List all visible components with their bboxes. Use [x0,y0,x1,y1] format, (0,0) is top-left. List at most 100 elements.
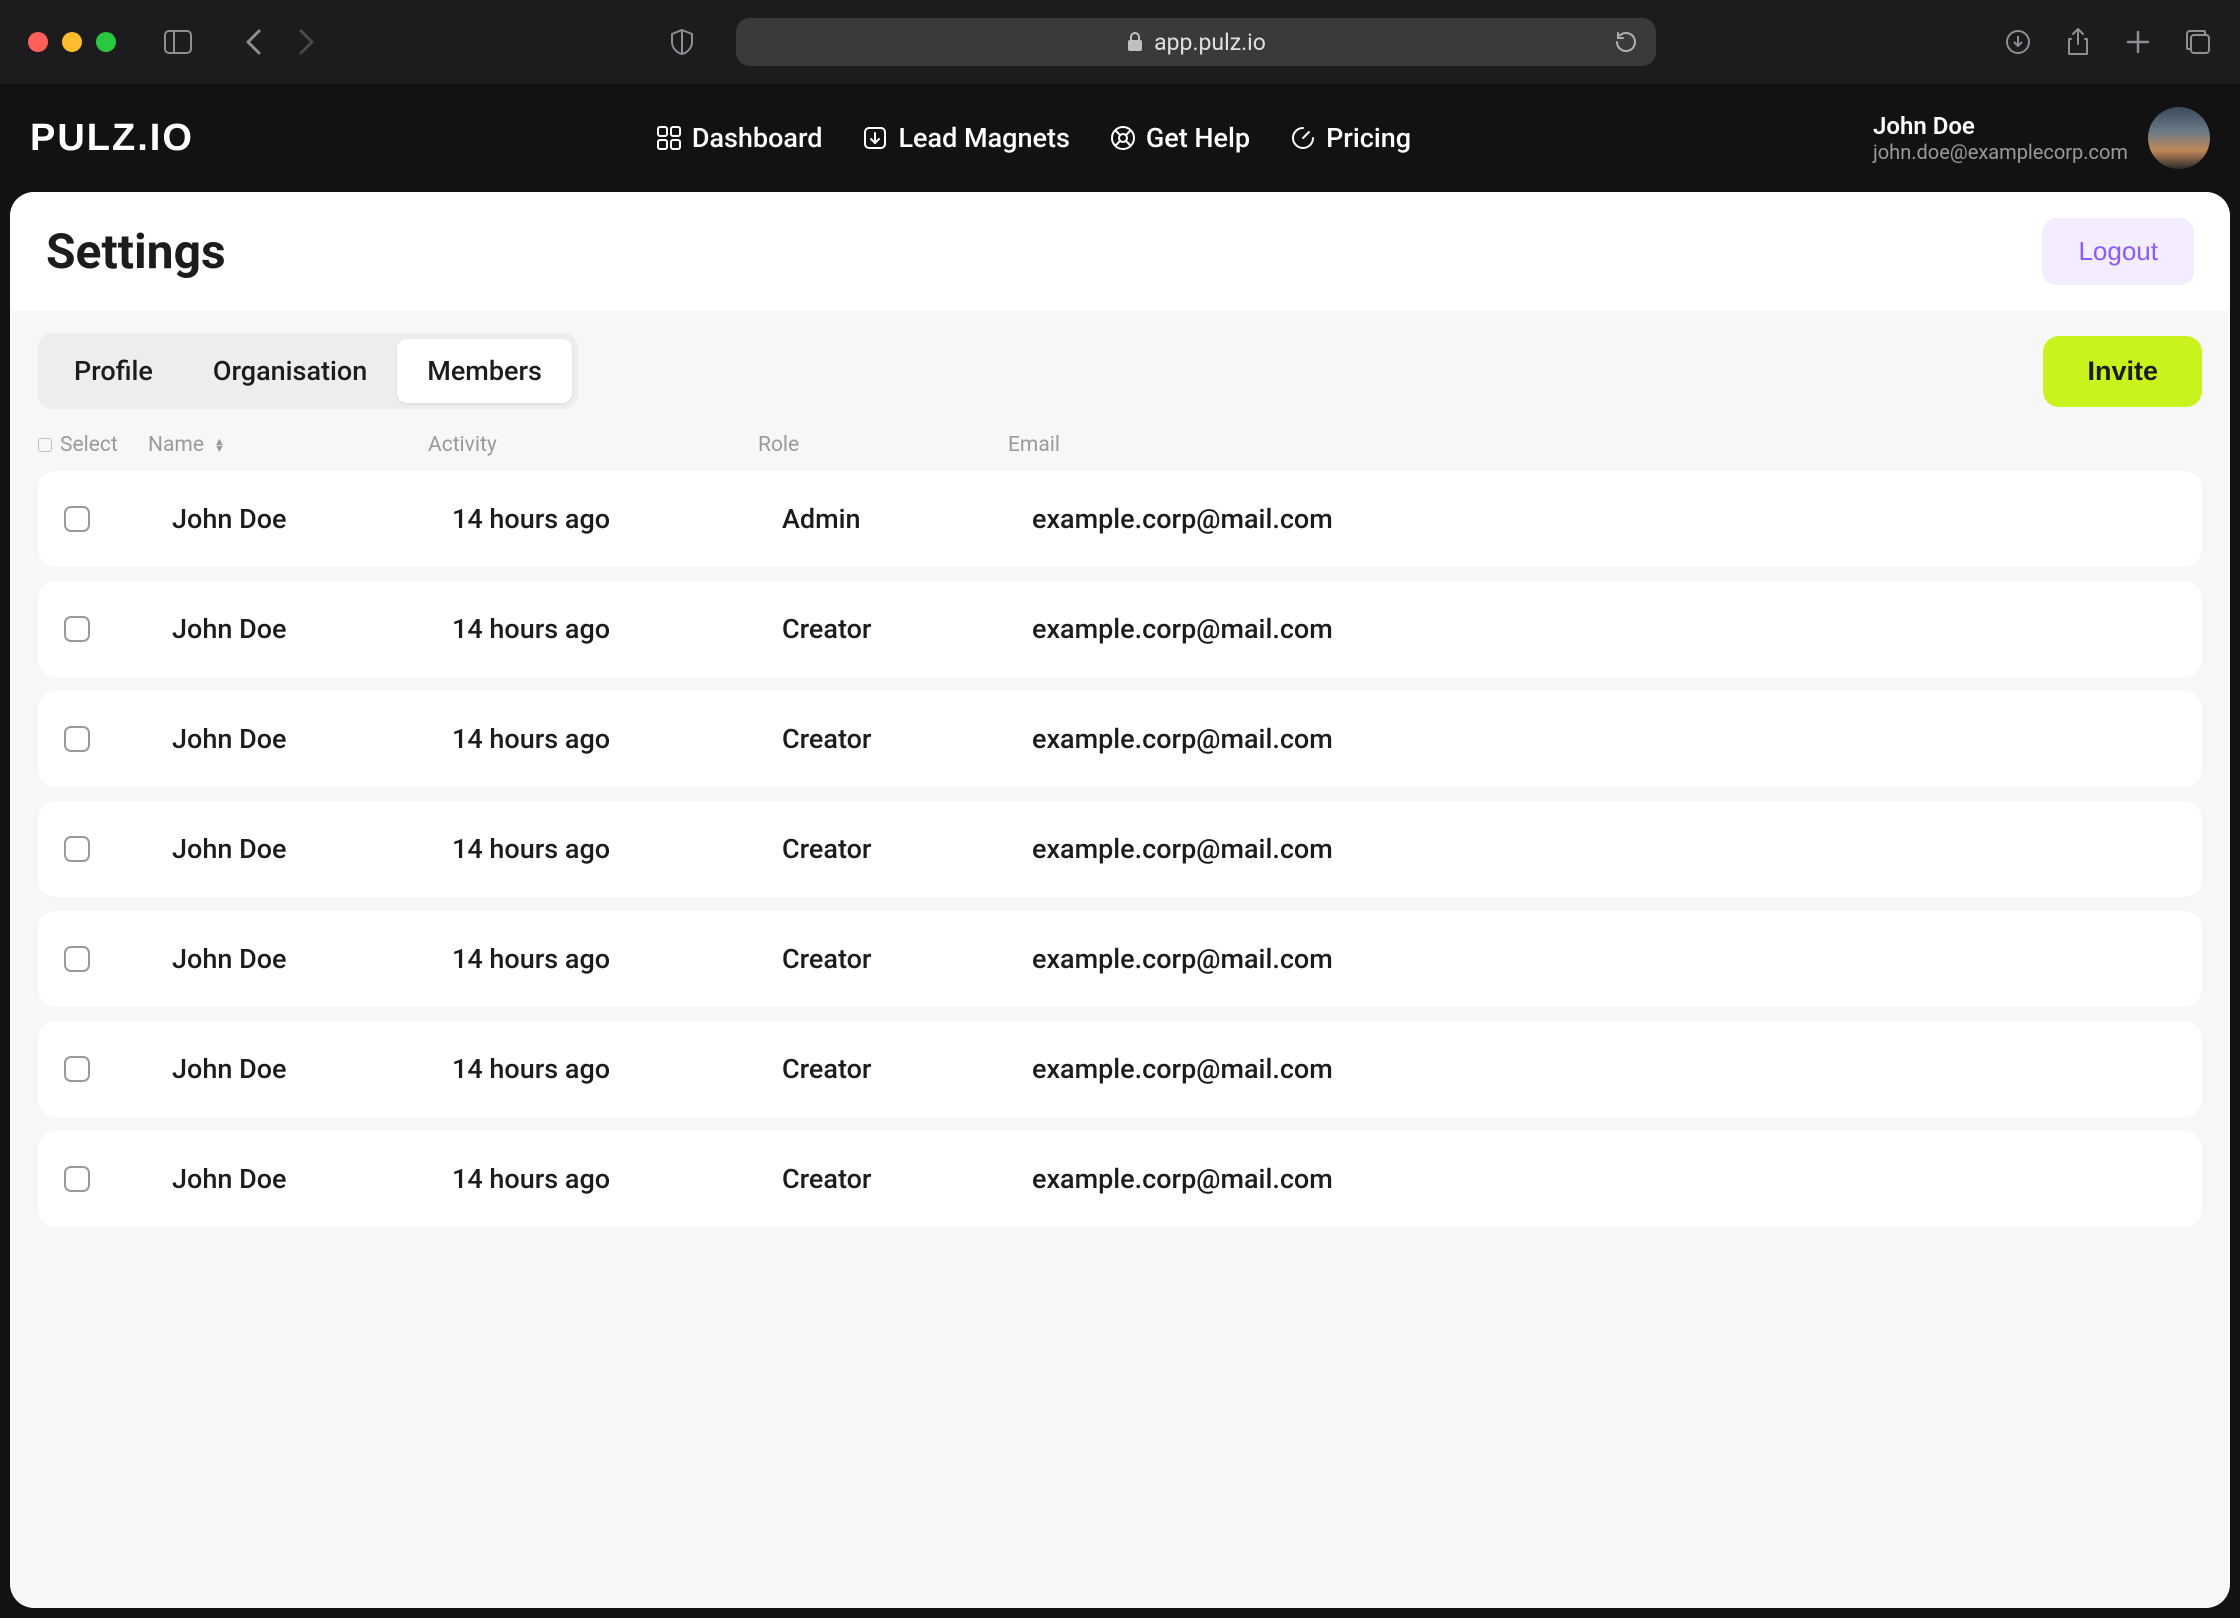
lock-icon [1126,32,1144,52]
gauge-icon [1290,125,1316,151]
cell-activity: 14 hours ago [452,1163,782,1195]
table-area: Select Name ▲▼ Activity Role Email John … [10,417,2230,1608]
row-checkbox[interactable] [64,1056,90,1082]
nav-pricing[interactable]: Pricing [1290,122,1411,154]
row-checkbox[interactable] [64,726,90,752]
cell-name: John Doe [172,1163,452,1195]
downloads-icon[interactable] [2004,28,2032,56]
minimize-window-button[interactable] [62,32,82,52]
nav-dashboard[interactable]: Dashboard [656,122,823,154]
th-select[interactable]: Select [38,433,148,457]
share-icon[interactable] [2064,28,2092,56]
select-all-checkbox[interactable] [38,438,52,452]
cell-name: John Doe [172,1053,452,1085]
user-block[interactable]: John Doe john.doe@examplecorp.com [1873,107,2210,169]
cell-email: example.corp@mail.com [1032,1163,2178,1195]
tab-organisation[interactable]: Organisation [183,339,397,403]
row-checkbox[interactable] [64,946,90,972]
cell-name: John Doe [172,613,452,645]
logout-button[interactable]: Logout [2042,218,2194,285]
chrome-right-controls [2004,28,2212,56]
avatar[interactable] [2148,107,2210,169]
new-tab-icon[interactable] [2124,28,2152,56]
tabs-overview-icon[interactable] [2184,28,2212,56]
row-checkbox[interactable] [64,836,90,862]
cell-role: Creator [782,723,1032,755]
maximize-window-button[interactable] [96,32,116,52]
cell-name: John Doe [172,833,452,865]
cell-email: example.corp@mail.com [1032,833,2178,865]
cell-name: John Doe [172,943,452,975]
row-checkbox[interactable] [64,506,90,532]
cell-role: Creator [782,1053,1032,1085]
user-name: John Doe [1873,112,2128,140]
back-button[interactable] [240,28,268,56]
th-select-label: Select [60,433,118,457]
url-text: app.pulz.io [1154,29,1266,56]
nav-pricing-label: Pricing [1326,122,1411,154]
rows-container: John Doe 14 hours ago Admin example.corp… [38,471,2202,1227]
cell-activity: 14 hours ago [452,833,782,865]
cell-email: example.corp@mail.com [1032,1053,2178,1085]
forward-button[interactable] [292,28,320,56]
th-activity[interactable]: Activity [428,433,758,457]
user-email: john.doe@examplecorp.com [1873,140,2128,164]
table-row[interactable]: John Doe 14 hours ago Creator example.co… [38,691,2202,787]
help-icon [1110,125,1136,151]
th-name[interactable]: Name ▲▼ [148,433,428,457]
privacy-shield-icon[interactable] [668,28,696,56]
reload-icon[interactable] [1612,28,1640,56]
row-checkbox[interactable] [64,616,90,642]
url-bar[interactable]: app.pulz.io [736,18,1656,66]
app-nav: PULZ.IO Dashboard Lead Magnets Get Help … [0,84,2240,192]
cell-role: Creator [782,613,1032,645]
tab-members[interactable]: Members [397,339,572,403]
sidebar-toggle-icon[interactable] [164,28,192,56]
sort-icon: ▲▼ [214,438,225,452]
nav-lead-magnets[interactable]: Lead Magnets [862,122,1069,154]
cell-email: example.corp@mail.com [1032,613,2178,645]
th-name-label: Name [148,433,204,457]
content-card: Settings Logout Profile Organisation Mem… [10,192,2230,1608]
table-header: Select Name ▲▼ Activity Role Email [38,427,2202,471]
cell-role: Creator [782,1163,1032,1195]
cell-activity: 14 hours ago [452,943,782,975]
nav-get-help[interactable]: Get Help [1110,122,1250,154]
invite-button[interactable]: Invite [2043,336,2202,407]
table-row[interactable]: John Doe 14 hours ago Creator example.co… [38,801,2202,897]
cell-activity: 14 hours ago [452,613,782,645]
import-icon [862,125,888,151]
tabs-row: Profile Organisation Members Invite [10,311,2230,417]
th-email[interactable]: Email [1008,433,2202,457]
close-window-button[interactable] [28,32,48,52]
tab-profile[interactable]: Profile [44,339,183,403]
card-header: Settings Logout [10,192,2230,311]
table-row[interactable]: John Doe 14 hours ago Creator example.co… [38,581,2202,677]
cell-activity: 14 hours ago [452,503,782,535]
table-row[interactable]: John Doe 14 hours ago Creator example.co… [38,1021,2202,1117]
brand-logo[interactable]: PULZ.IO [30,117,194,160]
table-row[interactable]: John Doe 14 hours ago Creator example.co… [38,1131,2202,1227]
table-row[interactable]: John Doe 14 hours ago Admin example.corp… [38,471,2202,567]
cell-role: Creator [782,943,1032,975]
nav-dashboard-label: Dashboard [692,122,823,154]
nav-get-help-label: Get Help [1146,122,1250,154]
table-row[interactable]: John Doe 14 hours ago Creator example.co… [38,911,2202,1007]
window-controls [28,32,116,52]
grid-icon [656,125,682,151]
nav-lead-magnets-label: Lead Magnets [898,122,1069,154]
content-wrap: Settings Logout Profile Organisation Mem… [0,192,2240,1618]
th-role[interactable]: Role [758,433,1008,457]
cell-activity: 14 hours ago [452,1053,782,1085]
cell-email: example.corp@mail.com [1032,503,2178,535]
row-checkbox[interactable] [64,1166,90,1192]
cell-activity: 14 hours ago [452,723,782,755]
browser-chrome: app.pulz.io [0,0,2240,84]
cell-name: John Doe [172,723,452,755]
cell-role: Admin [782,503,1032,535]
nav-arrows [240,28,320,56]
tabs: Profile Organisation Members [38,333,578,409]
page-title: Settings [46,223,226,280]
cell-email: example.corp@mail.com [1032,943,2178,975]
cell-role: Creator [782,833,1032,865]
